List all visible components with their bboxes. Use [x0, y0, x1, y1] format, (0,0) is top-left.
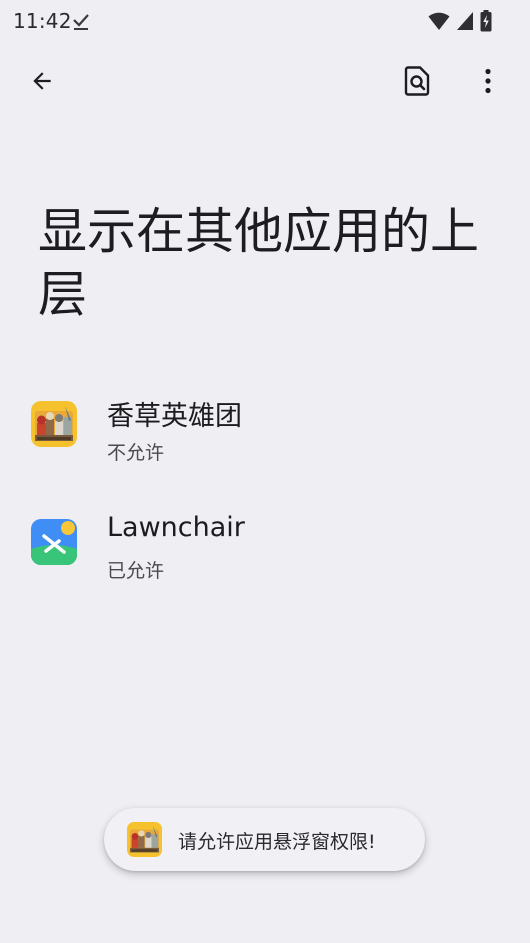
app-permission-status: 不允许	[107, 442, 165, 464]
status-bar: 11:42	[0, 0, 530, 42]
search-settings-icon	[404, 66, 430, 96]
status-icons	[428, 10, 492, 32]
app-name: 香草英雄团	[107, 401, 242, 432]
app-list-item[interactable]: 香草英雄团 不允许	[0, 378, 530, 478]
toast-text: 请允许应用悬浮窗权限!	[178, 831, 376, 853]
wifi-icon	[428, 12, 450, 30]
vanilla-heroes-app-icon	[127, 822, 162, 857]
back-arrow-icon	[33, 72, 51, 90]
status-time: 11:42	[13, 9, 72, 33]
search-settings-button[interactable]	[393, 57, 441, 105]
toast-message: 请允许应用悬浮窗权限!	[104, 808, 425, 871]
app-permission-status: 已允许	[107, 560, 165, 582]
app-name: Lawnchair	[107, 512, 245, 543]
more-options-button[interactable]	[464, 57, 512, 105]
back-button[interactable]	[18, 57, 66, 105]
top-app-bar	[0, 50, 530, 112]
battery-charging-icon	[480, 10, 492, 32]
lawnchair-app-icon	[31, 519, 77, 565]
overlay-permission-screen: 11:42 显示在其他应用的上层 香草英雄团 不允许 Lawnchair 已允许…	[0, 0, 530, 943]
app-list-item[interactable]: Lawnchair 已允许	[0, 496, 530, 596]
vanilla-heroes-app-icon	[31, 401, 77, 447]
signal-icon	[457, 12, 473, 30]
more-vert-icon	[485, 68, 491, 94]
page-title: 显示在其他应用的上层	[38, 203, 480, 323]
check-icon	[73, 14, 89, 30]
